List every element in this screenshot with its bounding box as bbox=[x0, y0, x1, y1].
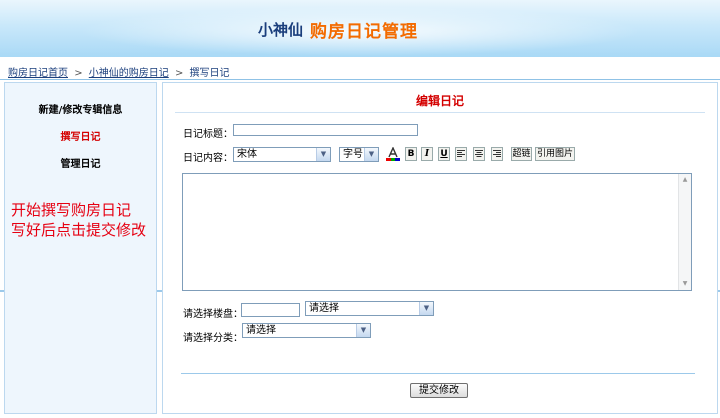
building-select[interactable]: 请选择 ▼ bbox=[305, 301, 434, 316]
form-footer-divider bbox=[181, 373, 695, 374]
diary-content-textarea[interactable]: ▲ ▼ bbox=[182, 173, 692, 291]
breadcrumb: 购房日记首页 > 小神仙的购房日记 > 撰写日记 bbox=[8, 64, 230, 79]
header-username: 小神仙 bbox=[258, 21, 304, 39]
underline-button[interactable]: U bbox=[438, 147, 450, 161]
insert-link-button[interactable]: 超链 bbox=[511, 147, 532, 161]
insert-image-button[interactable]: 引用图片 bbox=[535, 147, 575, 161]
align-right-button[interactable] bbox=[491, 147, 503, 161]
bold-button[interactable]: B bbox=[405, 147, 417, 161]
text-color-icon bbox=[386, 146, 400, 161]
panel-title: 编辑日记 bbox=[415, 94, 464, 108]
panel-title-divider bbox=[175, 112, 705, 113]
header-banner: 小神仙 购房日记管理 bbox=[0, 0, 720, 292]
align-center-icon bbox=[475, 150, 483, 157]
sidebar-item-manage-diary[interactable]: 管理日记 bbox=[5, 155, 156, 170]
align-right-icon bbox=[493, 150, 501, 157]
diary-title-input[interactable] bbox=[233, 124, 418, 136]
breadcrumb-link-diary[interactable]: 小神仙的购房日记 bbox=[89, 68, 169, 79]
breadcrumb-divider bbox=[0, 79, 720, 80]
scroll-down-icon[interactable]: ▼ bbox=[680, 279, 690, 289]
chevron-down-icon: ▼ bbox=[316, 148, 330, 161]
category-select-value: 请选择 bbox=[246, 325, 276, 336]
building-search-input[interactable] bbox=[241, 303, 300, 317]
chevron-down-icon: ▼ bbox=[419, 302, 433, 315]
align-left-button[interactable] bbox=[455, 147, 467, 161]
chevron-down-icon: ▼ bbox=[356, 324, 370, 337]
building-label: 请选择楼盘： bbox=[183, 309, 243, 320]
annotation-line-1: 开始撰写购房日记 bbox=[11, 201, 132, 219]
edit-panel: 编辑日记 日记标题： 日记内容： 宋体 ▼ 字号 ▼ B I U 超链 引用图片… bbox=[162, 82, 718, 414]
category-label: 请选择分类： bbox=[183, 333, 243, 344]
italic-button[interactable]: I bbox=[421, 147, 433, 161]
chevron-down-icon: ▼ bbox=[364, 148, 378, 161]
breadcrumb-separator: > bbox=[174, 68, 184, 79]
sidebar-item-edit-album[interactable]: 新建/修改专辑信息 bbox=[5, 101, 156, 116]
instruction-annotation: 开始撰写购房日记 写好后点击提交修改 bbox=[11, 200, 146, 240]
breadcrumb-current: 撰写日记 bbox=[189, 68, 230, 79]
font-family-value: 宋体 bbox=[237, 149, 257, 160]
content-scrollbar[interactable]: ▲ ▼ bbox=[678, 174, 691, 290]
submit-button[interactable]: 提交修改 bbox=[410, 383, 468, 398]
breadcrumb-link-home[interactable]: 购房日记首页 bbox=[8, 68, 68, 79]
sidebar-item-write-diary[interactable]: 撰写日记 bbox=[5, 128, 156, 143]
breadcrumb-separator: > bbox=[74, 68, 83, 79]
scroll-up-icon[interactable]: ▲ bbox=[680, 175, 690, 185]
text-color-button[interactable] bbox=[385, 146, 401, 161]
font-size-value: 字号 bbox=[343, 149, 363, 160]
category-select[interactable]: 请选择 ▼ bbox=[242, 323, 371, 338]
align-center-button[interactable] bbox=[473, 147, 485, 161]
font-size-select[interactable]: 字号 ▼ bbox=[339, 147, 379, 162]
title-label: 日记标题： bbox=[183, 129, 233, 140]
building-select-value: 请选择 bbox=[309, 303, 339, 314]
annotation-line-2: 写好后点击提交修改 bbox=[11, 221, 147, 239]
font-family-select[interactable]: 宋体 ▼ bbox=[233, 147, 331, 162]
content-label: 日记内容： bbox=[183, 153, 233, 164]
sidebar: 新建/修改专辑信息 撰写日记 管理日记 bbox=[4, 82, 157, 414]
header-title: 购房日记管理 bbox=[310, 22, 418, 42]
align-left-icon bbox=[457, 150, 465, 157]
